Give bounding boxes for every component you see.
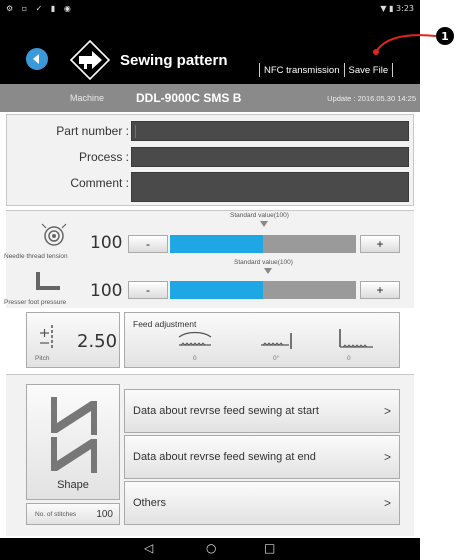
nav-recent-icon[interactable]: □ <box>264 541 275 555</box>
nav-back-icon[interactable]: ◁ <box>144 541 153 555</box>
menu-item-label: Data about revrse feed sewing at end <box>133 451 316 463</box>
pitch-button[interactable]: 2.50 Pitch <box>26 312 120 368</box>
reverse-stitch-shape-icon <box>51 397 97 473</box>
shape-button[interactable]: Shape <box>26 384 120 500</box>
needle-standard-marker <box>260 221 268 227</box>
feed-height-icon <box>339 329 373 348</box>
others-menu-item[interactable]: Others > <box>124 481 400 525</box>
update-timestamp: Update : 2016.05.30 14:25 <box>327 94 416 103</box>
machine-bar: Machine DDL-9000C SMS B Update : 2016.05… <box>0 84 420 112</box>
needle-tension-decrease-button[interactable]: - <box>128 235 168 253</box>
callout-marker: 1 <box>436 27 454 45</box>
tablet-screen: ⚙ ▫ ✓ ▮ ◉ ▼ ▮ 3:23 Sewing pattern NFC tr… <box>0 0 459 560</box>
part-number-row: Part number : <box>7 121 413 141</box>
needle-tension-value: 100 <box>90 233 123 253</box>
status-icons-right: ▼ ▮ 3:23 <box>380 4 414 13</box>
comment-input[interactable] <box>131 172 409 202</box>
comment-label: Comment : <box>70 176 129 190</box>
needle-standard-label: Standard value(100) <box>230 212 289 219</box>
feed-dog-icon <box>178 331 212 346</box>
title-bar: Sewing pattern NFC transmission Save Fil… <box>0 18 420 84</box>
presser-pressure-slider[interactable] <box>170 281 356 299</box>
presser-pressure-decrease-button[interactable]: - <box>128 281 168 299</box>
menu-item-label: Data about revrse feed sewing at start <box>133 405 319 417</box>
needle-tension-fill <box>170 235 263 253</box>
pitch-value: 2.50 <box>77 331 118 352</box>
presser-standard-label: Standard value(100) <box>234 259 293 266</box>
feed-adjustment-button[interactable]: Feed adjustment 0 0° 0 <box>124 312 400 368</box>
needle-tension-increase-button[interactable]: + <box>360 235 400 253</box>
divider <box>343 63 345 77</box>
save-file-button[interactable]: Save File <box>348 65 390 76</box>
feed-adjustment-title: Feed adjustment <box>133 319 197 329</box>
stitch-count-button[interactable]: No. of stitches 100 <box>26 503 120 525</box>
page-title: Sewing pattern <box>120 52 228 69</box>
presser-foot-icon <box>36 272 60 290</box>
sewing-pattern-logo-icon <box>69 39 111 81</box>
presser-pressure-increase-button[interactable]: + <box>360 281 400 299</box>
stitch-count-value: 100 <box>96 509 113 520</box>
back-arrow-icon <box>33 54 39 64</box>
menu-item-label: Others <box>133 497 167 509</box>
presser-pressure-label: Presser foot pressure <box>4 299 67 306</box>
pitch-icon <box>40 325 53 349</box>
header-actions: NFC transmission Save File <box>256 59 396 81</box>
text-caret <box>135 125 136 138</box>
feed-value-3: 0 <box>347 355 351 362</box>
feed-value-1: 0 <box>193 355 197 362</box>
thread-tension-icon <box>41 223 67 246</box>
divider <box>259 63 260 77</box>
part-number-input[interactable] <box>131 121 409 141</box>
pitch-label: Pitch <box>35 355 50 362</box>
navigation-bar: ◁ ○ □ <box>0 538 420 560</box>
reverse-feed-start-menu-item[interactable]: Data about revrse feed sewing at start > <box>124 389 400 433</box>
nav-home-icon[interactable]: ○ <box>206 541 216 555</box>
process-label: Process : <box>78 150 129 164</box>
divider <box>392 63 394 77</box>
shape-label: Shape <box>57 479 89 491</box>
needle-tension-label: Needle thread tension <box>4 253 68 260</box>
machine-label: Machine <box>70 93 105 103</box>
feed-timing-icon <box>261 333 292 349</box>
feed-value-2: 0° <box>273 355 280 362</box>
back-button[interactable] <box>26 48 48 70</box>
stitch-count-label: No. of stitches <box>35 511 77 518</box>
machine-model: DDL-9000C SMS B <box>136 91 242 105</box>
needle-tension-slider[interactable] <box>170 235 356 253</box>
part-number-label: Part number : <box>56 124 129 138</box>
presser-standard-marker <box>264 268 272 274</box>
chevron-right-icon: > <box>383 450 391 464</box>
comment-row: Comment : <box>7 172 413 202</box>
presser-pressure-fill <box>170 281 263 299</box>
nfc-transmission-button[interactable]: NFC transmission <box>263 65 341 76</box>
process-input[interactable] <box>131 147 409 167</box>
chevron-right-icon: > <box>383 404 391 418</box>
reverse-feed-end-menu-item[interactable]: Data about revrse feed sewing at end > <box>124 435 400 479</box>
status-bar: ⚙ ▫ ✓ ▮ ◉ ▼ ▮ 3:23 <box>0 0 420 18</box>
presser-pressure-value: 100 <box>90 281 123 301</box>
pattern-info-form: Part number : Process : Comment : <box>6 114 414 206</box>
chevron-right-icon: > <box>383 496 391 510</box>
status-icons-left: ⚙ ▫ ✓ ▮ ◉ <box>6 4 74 13</box>
process-row: Process : <box>7 147 413 167</box>
